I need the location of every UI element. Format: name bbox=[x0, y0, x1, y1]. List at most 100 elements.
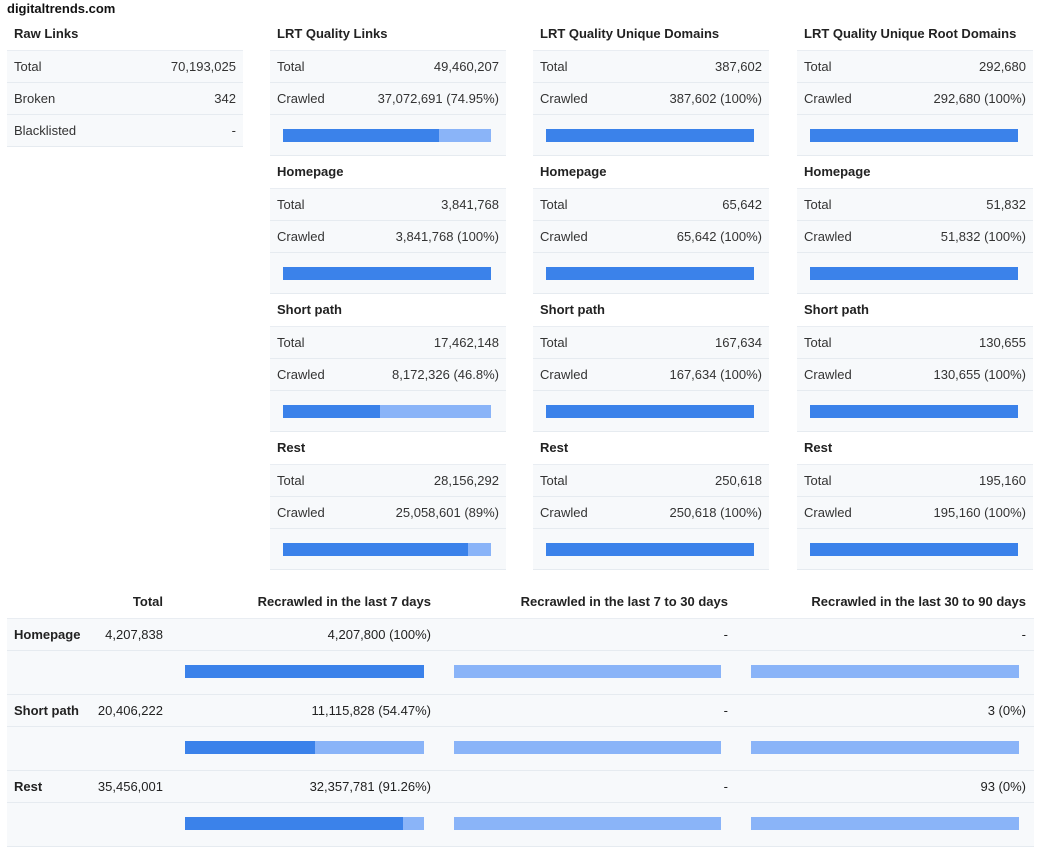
progress-fill bbox=[283, 543, 469, 556]
row-value: 70,193,025 bbox=[170, 59, 236, 74]
row-value: 387,602 (100%) bbox=[669, 91, 762, 106]
row-label: Crawled bbox=[540, 367, 588, 382]
progress-row bbox=[797, 253, 1033, 294]
bar-last-30-to-90-days bbox=[751, 665, 1019, 678]
row-label: Crawled bbox=[540, 229, 588, 244]
progress-fill bbox=[546, 267, 754, 280]
row-label: Crawled bbox=[804, 91, 852, 106]
crawled-row: Crawled 195,160 (100%) bbox=[797, 497, 1033, 529]
raw-links-panel: Raw Links Total 70,193,025 Broken 342 Bl… bbox=[7, 18, 243, 147]
recrawl-bar-row bbox=[7, 727, 1034, 771]
total-row: Total 387,602 bbox=[533, 51, 769, 83]
progress-fill bbox=[546, 543, 754, 556]
total-row: Total 167,634 bbox=[533, 327, 769, 359]
crawled-row: Crawled 387,602 (100%) bbox=[533, 83, 769, 115]
row-value: 250,618 (100%) bbox=[669, 505, 762, 520]
progress-fill bbox=[810, 267, 1018, 280]
row-total: 35,456,001 bbox=[97, 779, 163, 794]
row-value: 51,832 (100%) bbox=[940, 229, 1026, 244]
row-total: 20,406,222 bbox=[97, 703, 163, 718]
row-value: 3,841,768 bbox=[441, 197, 499, 212]
row-value: 130,655 (100%) bbox=[933, 367, 1026, 382]
crawled-row: Crawled 250,618 (100%) bbox=[533, 497, 769, 529]
crawled-progress-bar bbox=[283, 405, 491, 418]
raw-links-row-total: Total 70,193,025 bbox=[7, 51, 243, 83]
row-value: 195,160 bbox=[979, 473, 1026, 488]
progress-row bbox=[533, 391, 769, 432]
row-label: Crawled bbox=[277, 367, 325, 382]
progress-row bbox=[270, 253, 506, 294]
header-total: Total bbox=[132, 594, 163, 609]
row-value: 250,618 bbox=[715, 473, 762, 488]
bar-last-7-to-30-days bbox=[454, 665, 721, 678]
total-row: Total 195,160 bbox=[797, 465, 1033, 497]
progress-row bbox=[533, 529, 769, 570]
row-label: Rest bbox=[14, 779, 43, 794]
crawled-progress-bar bbox=[283, 543, 491, 556]
row-value: - bbox=[231, 123, 236, 138]
raw-links-title: Raw Links bbox=[7, 18, 243, 51]
total-row: Total 51,832 bbox=[797, 189, 1033, 221]
row-value: 167,634 bbox=[715, 335, 762, 350]
progress-fill bbox=[185, 665, 424, 678]
crawled-progress-bar bbox=[546, 267, 754, 280]
recrawl-row: Homepage 4,207,838 4,207,800 (100%) - - bbox=[7, 619, 1034, 651]
progress-fill bbox=[283, 405, 381, 418]
progress-fill bbox=[810, 405, 1018, 418]
bar-last-7-to-30-days bbox=[454, 817, 721, 830]
row-value: 37,072,691 (74.95%) bbox=[377, 91, 499, 106]
value-last-7-days: 11,115,828 (54.47%) bbox=[311, 703, 432, 718]
total-row: Total 65,642 bbox=[533, 189, 769, 221]
progress-row bbox=[797, 391, 1033, 432]
row-label: Crawled bbox=[804, 229, 852, 244]
row-label: Total bbox=[540, 473, 568, 488]
row-label: Short path bbox=[14, 703, 79, 718]
column-title: LRT Quality Links bbox=[270, 18, 506, 51]
bar-last-30-to-90-days bbox=[751, 741, 1019, 754]
progress-fill bbox=[185, 741, 316, 754]
row-value: 342 bbox=[214, 91, 236, 106]
crawled-row: Crawled 25,058,601 (89%) bbox=[270, 497, 506, 529]
header-last-30-to-90-days: Recrawled in the last 30 to 90 days bbox=[811, 594, 1026, 609]
site-domain: digitaltrends.com bbox=[7, 1, 116, 16]
total-row: Total 49,460,207 bbox=[270, 51, 506, 83]
raw-links-row-broken: Broken 342 bbox=[7, 83, 243, 115]
row-value: 49,460,207 bbox=[433, 59, 499, 74]
progress-row bbox=[797, 529, 1033, 570]
recrawl-row: Short path 20,406,222 11,115,828 (54.47%) -… bbox=[7, 695, 1034, 727]
recrawl-table: Total Recrawled in the last 7 days Recra… bbox=[7, 586, 1034, 847]
bar-last-7-days bbox=[185, 741, 424, 754]
recrawl-row: Rest 35,456,001 32,357,781 (91.26%) - 93 (0%… bbox=[7, 771, 1034, 803]
total-row: Total 292,680 bbox=[797, 51, 1033, 83]
section-title: Rest bbox=[270, 432, 506, 465]
row-label: Total bbox=[804, 473, 832, 488]
progress-fill bbox=[546, 129, 754, 142]
row-value: 292,680 (100%) bbox=[933, 91, 1026, 106]
section-title: Short path bbox=[270, 294, 506, 327]
crawled-progress-bar bbox=[283, 267, 491, 280]
row-label: Total bbox=[804, 59, 832, 74]
value-last-7-days: 4,207,800 (100%) bbox=[327, 627, 431, 642]
bar-last-7-days bbox=[185, 665, 424, 678]
total-row: Total 3,841,768 bbox=[270, 189, 506, 221]
row-label: Total bbox=[540, 335, 568, 350]
row-label: Blacklisted bbox=[14, 123, 77, 138]
crawled-row: Crawled 51,832 (100%) bbox=[797, 221, 1033, 253]
crawled-row: Crawled 37,072,691 (74.95%) bbox=[270, 83, 506, 115]
row-value: 387,602 bbox=[715, 59, 762, 74]
row-value: 51,832 bbox=[986, 197, 1026, 212]
progress-fill bbox=[810, 129, 1018, 142]
row-label: Crawled bbox=[804, 367, 852, 382]
section-title: Homepage bbox=[797, 156, 1033, 189]
total-row: Total 28,156,292 bbox=[270, 465, 506, 497]
crawled-row: Crawled 292,680 (100%) bbox=[797, 83, 1033, 115]
row-value: 17,462,148 bbox=[433, 335, 499, 350]
row-label: Total bbox=[277, 473, 305, 488]
row-label: Crawled bbox=[277, 505, 325, 520]
section-title: Homepage bbox=[533, 156, 769, 189]
bar-last-30-to-90-days bbox=[751, 817, 1019, 830]
row-label: Total bbox=[277, 197, 305, 212]
row-value: 8,172,326 (46.8%) bbox=[392, 367, 499, 382]
bar-last-7-days bbox=[185, 817, 424, 830]
value-last-7-to-30-days: - bbox=[723, 779, 728, 794]
